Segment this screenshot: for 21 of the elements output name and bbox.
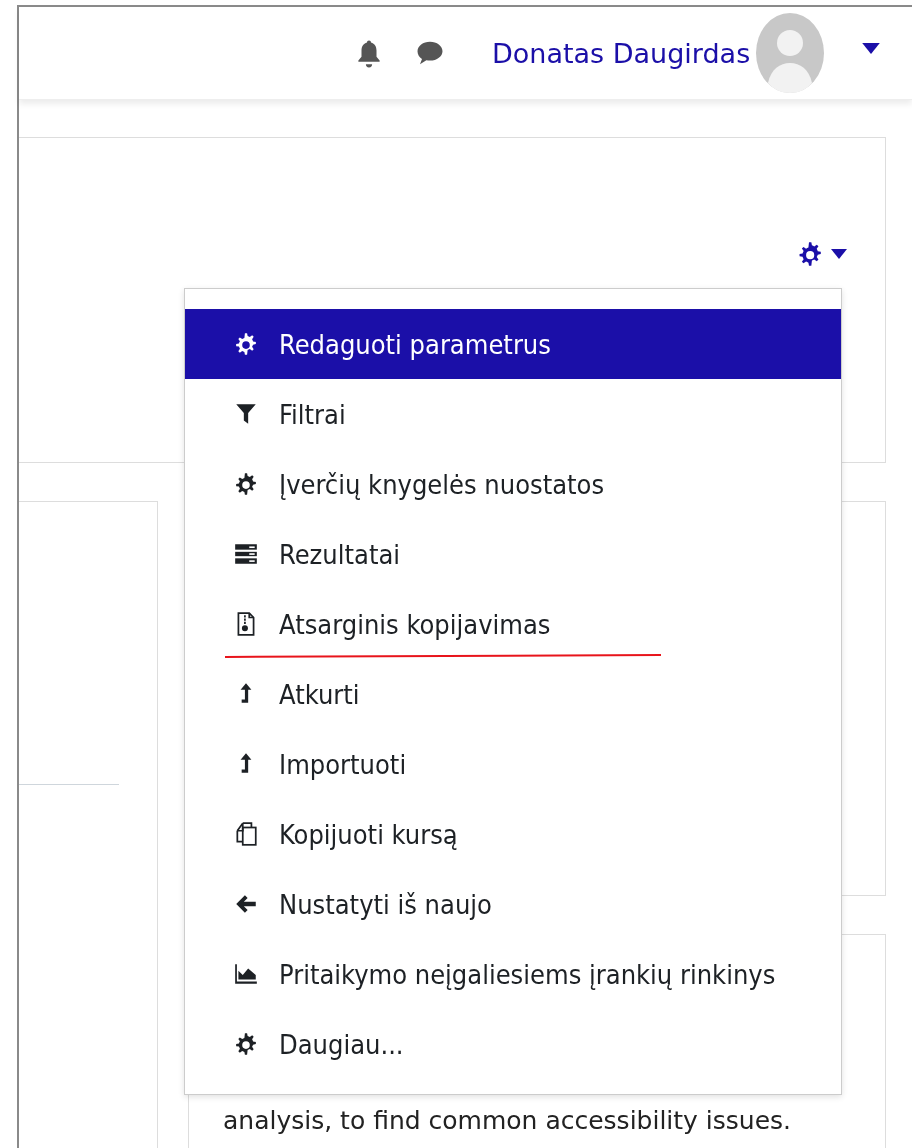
gear-icon <box>233 331 259 357</box>
menu-item[interactable]: Įverčių knygelės nuostatos <box>185 449 841 519</box>
caret-icon <box>831 249 847 259</box>
caret-icon[interactable] <box>862 42 881 54</box>
menu-item[interactable]: Importuoti <box>185 729 841 799</box>
copy-icon <box>233 821 259 847</box>
menu-item[interactable]: Redaguoti parametrus <box>185 309 841 379</box>
menu-item[interactable]: Filtrai <box>185 379 841 449</box>
menu-item[interactable]: Kopijuoti kursą <box>185 799 841 869</box>
menu-item[interactable]: Atkurti <box>185 659 841 729</box>
menu-item[interactable]: Pritaikymo neįgaliesiems įrankių rinkinys <box>185 939 841 1009</box>
menu-item[interactable]: Daugiau... <box>185 1009 841 1079</box>
gear-icon <box>233 1031 259 1057</box>
table-icon <box>233 541 259 567</box>
user-name-link[interactable]: Donatas Daugirdas <box>492 37 751 69</box>
accessibility-text: analysis, to find common accessibility issues. <box>223 1105 793 1137</box>
menu-item[interactable]: Atsarginis kopijavimas <box>185 589 841 659</box>
gear-icon <box>233 471 259 497</box>
menu-item[interactable]: Rezultatai <box>185 519 841 589</box>
area-chart-icon <box>233 961 259 987</box>
menu-item[interactable]: Nustatyti iš naujo <box>185 869 841 939</box>
